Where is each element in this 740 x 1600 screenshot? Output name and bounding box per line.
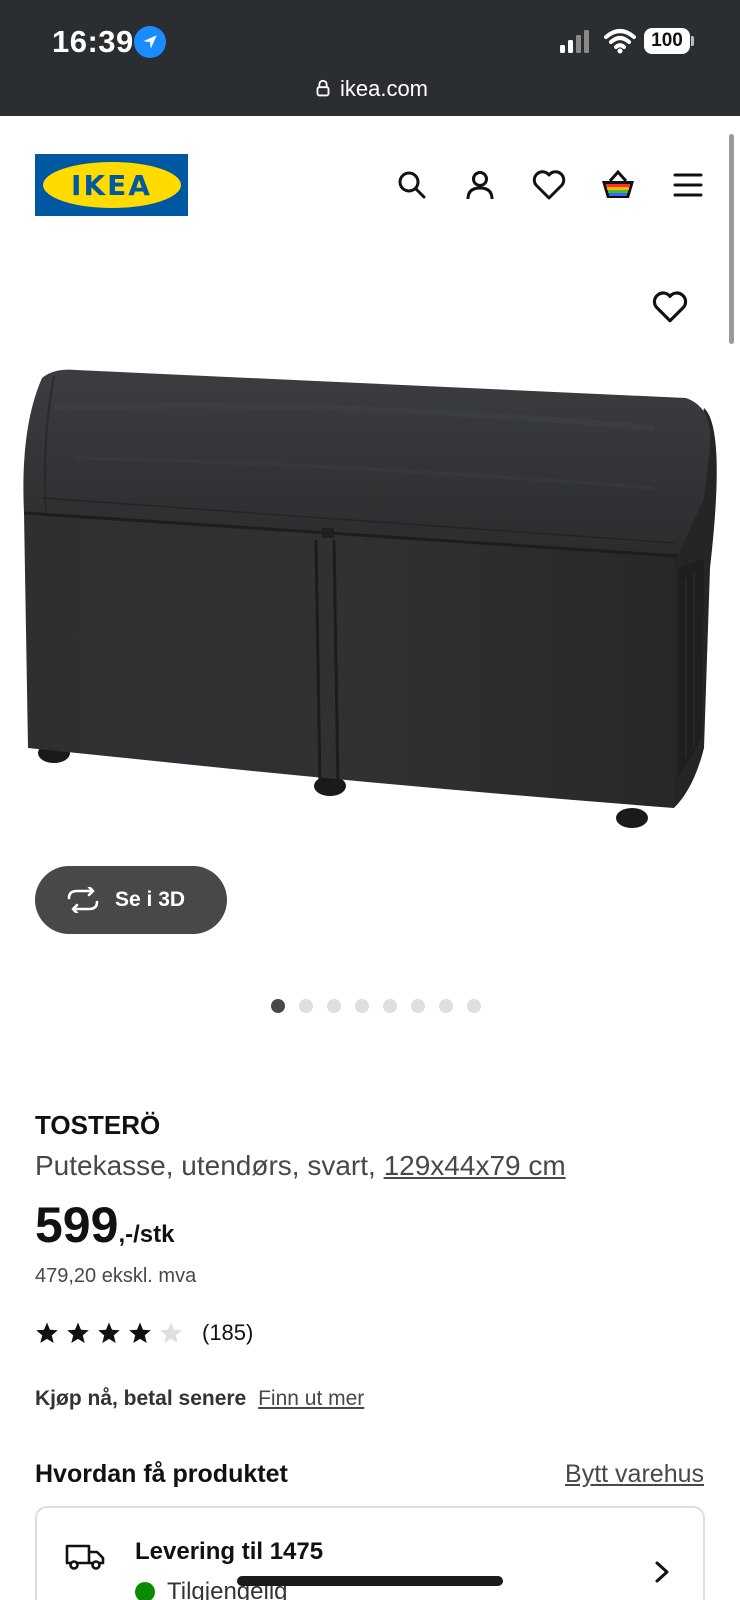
- battery-level: 100: [644, 28, 690, 54]
- menu-icon[interactable]: [670, 167, 706, 203]
- pagination-dot[interactable]: [467, 999, 481, 1013]
- pagination-dot[interactable]: [411, 999, 425, 1013]
- pagination-dot[interactable]: [327, 999, 341, 1013]
- product-type: Putekasse, utendørs, svart,: [35, 1150, 376, 1181]
- delivery-truck-icon: [65, 1544, 105, 1570]
- product-description: Putekasse, utendørs, svart, 129x44x79 cm: [35, 1150, 566, 1182]
- location-icon: [134, 26, 166, 58]
- account-icon[interactable]: [462, 167, 498, 203]
- save-to-list-heart-icon[interactable]: [652, 290, 688, 330]
- star-filled-icon: [98, 1322, 120, 1343]
- price-ex-vat: 479,20 ekskl. mva: [35, 1265, 197, 1287]
- star-filled-icon: [129, 1322, 151, 1343]
- site-header: IKEA: [0, 116, 740, 256]
- wishlist-heart-icon[interactable]: [531, 167, 567, 203]
- view-in-3d-label: Se i 3D: [115, 888, 186, 911]
- product-rating[interactable]: (185): [35, 1320, 253, 1346]
- star-empty-icon: [160, 1322, 182, 1343]
- bnpl-learn-more-link[interactable]: Finn ut mer: [258, 1387, 364, 1410]
- delivery-title: Levering til 1475: [135, 1538, 324, 1565]
- buy-now-pay-later: Kjøp nå, betal senere Finn ut mer: [35, 1387, 364, 1411]
- logo-text: IKEA: [42, 162, 181, 208]
- available-status-dot-icon: [135, 1582, 155, 1600]
- product-image[interactable]: [14, 368, 726, 848]
- ikea-logo[interactable]: IKEA: [35, 154, 188, 216]
- image-pagination-dots[interactable]: [0, 999, 740, 1013]
- site-settings-icon: [316, 79, 330, 97]
- pagination-dot[interactable]: [355, 999, 369, 1013]
- product-name: TOSTERÖ: [35, 1110, 161, 1140]
- bnpl-text: Kjøp nå, betal senere: [35, 1387, 247, 1410]
- pagination-dot[interactable]: [299, 999, 313, 1013]
- home-indicator[interactable]: [237, 1576, 503, 1586]
- shopping-bag-icon[interactable]: [600, 167, 636, 203]
- product-dimensions-link[interactable]: 129x44x79 cm: [384, 1150, 566, 1181]
- status-time: 16:39: [52, 24, 134, 59]
- change-store-link[interactable]: Bytt varehus: [565, 1460, 704, 1489]
- product-page: 16:39 100 ikea.com IKEA Se i 3D TOSTERÖ …: [0, 0, 740, 1600]
- pagination-dot-active[interactable]: [271, 999, 285, 1013]
- price-suffix: ,-/stk: [118, 1221, 175, 1248]
- product-price: 599,-/stk: [35, 1196, 174, 1254]
- battery-icon: 100: [644, 28, 694, 54]
- pagination-dot[interactable]: [439, 999, 453, 1013]
- url-domain: ikea.com: [339, 76, 429, 101]
- chevron-right-icon: [655, 1561, 669, 1583]
- price-value: 599: [35, 1197, 119, 1253]
- wifi-icon: [604, 29, 636, 54]
- cellular-signal-icon: [560, 30, 589, 53]
- star-filled-icon: [36, 1322, 58, 1343]
- star-filled-icon: [67, 1322, 89, 1343]
- browser-chrome: 16:39 100 ikea.com: [0, 0, 740, 116]
- review-count: (185): [202, 1320, 254, 1345]
- url-bar[interactable]: ikea.com: [0, 76, 740, 102]
- fulfillment-heading: Hvordan få produktet: [35, 1460, 288, 1488]
- search-icon[interactable]: [394, 167, 430, 203]
- rotate-3d-icon: [67, 887, 99, 913]
- view-in-3d-button[interactable]: Se i 3D: [35, 866, 227, 934]
- pagination-dot[interactable]: [383, 999, 397, 1013]
- page-scrollbar[interactable]: [729, 134, 734, 344]
